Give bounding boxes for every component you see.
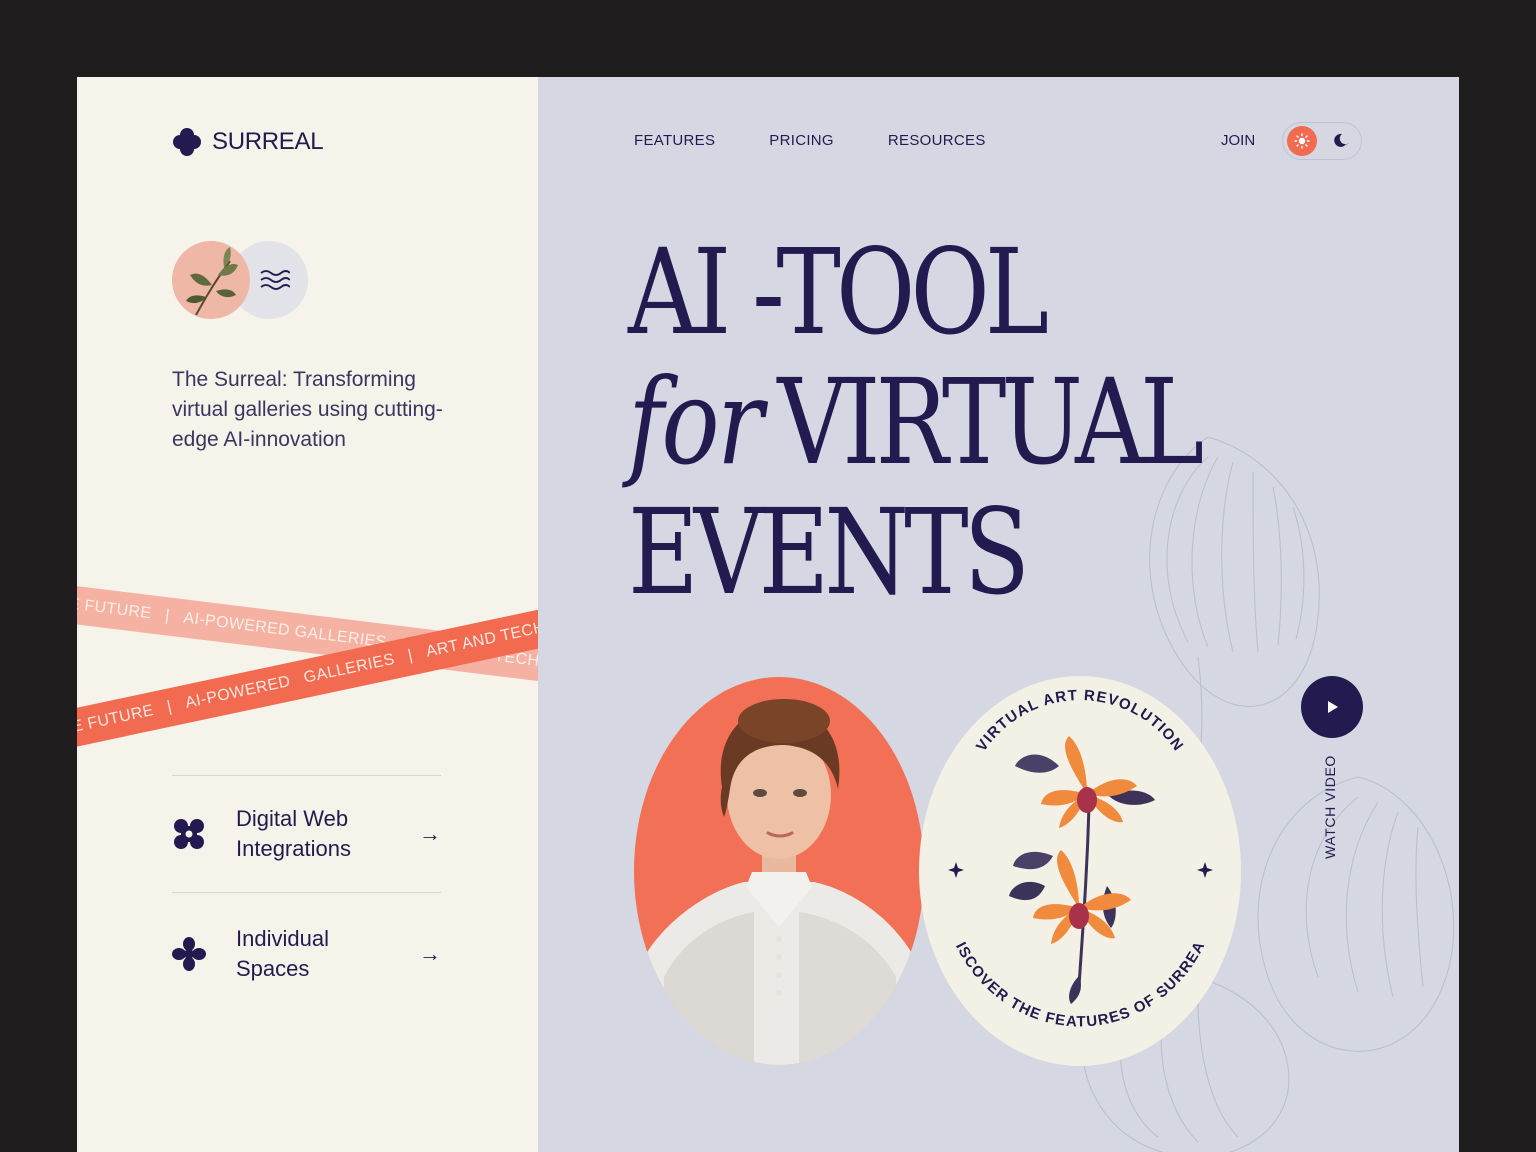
feature-label: Individual Spaces — [236, 924, 419, 984]
feature-badge[interactable]: VIRTUAL ART REVOLUTION DISCOVER THE FEAT… — [913, 663, 1241, 1066]
orchid-badge-graphic: VIRTUAL ART REVOLUTION DISCOVER THE FEAT… — [913, 663, 1213, 1031]
feature-digital-web-integrations[interactable]: Digital Web Integrations → — [172, 799, 441, 869]
feature-label-line: Individual — [236, 926, 329, 951]
theme-toggle[interactable] — [1282, 122, 1362, 160]
left-panel: SURREAL The Surreal: Transforming virtua… — [77, 77, 538, 1152]
badge-top-text: VIRTUAL ART REVOLUTION — [973, 687, 1186, 755]
right-panel: FEATURES PRICING RESOURCES JOIN AI -TOOL… — [538, 77, 1459, 1152]
headline-line-1: AI -TOOL — [628, 223, 1049, 361]
arrow-right-icon[interactable]: → — [419, 941, 441, 967]
divider — [172, 775, 441, 776]
flower-cross-icon — [174, 819, 204, 849]
clover-logo-icon — [173, 128, 201, 156]
leaf-icon — [186, 247, 238, 316]
sparkle-icon — [948, 862, 1213, 878]
divider — [172, 892, 441, 893]
feature-label-line: Digital Web — [236, 806, 349, 831]
feature-label-line: Spaces — [236, 956, 310, 981]
brand-name: SURREAL — [212, 128, 324, 155]
leaf-thumbnail — [172, 241, 250, 319]
play-icon — [1328, 701, 1338, 713]
orchid-icon — [1009, 736, 1155, 1004]
watch-video-label[interactable]: WATCH VIDEO — [1322, 755, 1342, 859]
play-video-button[interactable] — [1301, 676, 1363, 738]
nav-resources[interactable]: RESOURCES — [888, 132, 986, 149]
clover-icon — [172, 937, 206, 971]
feature-label: Digital Web Integrations — [236, 804, 419, 864]
hero-headline: AI -TOOL for VIRTUAL EVENTS — [628, 223, 1204, 621]
page-frame: SURREAL The Surreal: Transforming virtua… — [77, 77, 1459, 1152]
nav-features[interactable]: FEATURES — [634, 132, 715, 149]
feature-label-line: Integrations — [236, 836, 351, 861]
headline-line-3: EVENTS — [628, 483, 1030, 621]
feature-individual-spaces[interactable]: Individual Spaces → — [172, 919, 441, 989]
brand-logo[interactable]: SURREAL — [172, 127, 324, 157]
headline-word: VIRTUAL — [777, 353, 1204, 491]
woman-portrait-illustration — [634, 699, 924, 1065]
ribbon-text: OF THE FUTURE — [77, 589, 153, 623]
arrow-right-icon[interactable]: → — [419, 821, 441, 847]
intro-text: The Surreal: Transforming virtual galler… — [172, 368, 443, 451]
join-link[interactable]: JOIN — [1221, 132, 1255, 149]
ribbon-separator: | — [164, 607, 171, 625]
waves-icon — [260, 270, 290, 290]
headline-italic-word: for — [628, 353, 763, 491]
ribbon-text: AI-POWERED — [183, 672, 293, 712]
nav-pricing[interactable]: PRICING — [769, 132, 834, 149]
svg-text:VIRTUAL ART REVOLUTION: VIRTUAL ART REVOLUTION — [973, 687, 1187, 755]
portrait-image — [634, 677, 924, 1065]
ribbon-text: OF THE FUTURE — [77, 702, 156, 746]
headline-line-2: for VIRTUAL — [628, 357, 1204, 487]
sun-icon[interactable] — [1287, 126, 1317, 156]
moon-icon[interactable] — [1327, 126, 1357, 156]
main-nav: FEATURES PRICING RESOURCES — [634, 132, 986, 149]
thumb-group — [172, 241, 312, 321]
